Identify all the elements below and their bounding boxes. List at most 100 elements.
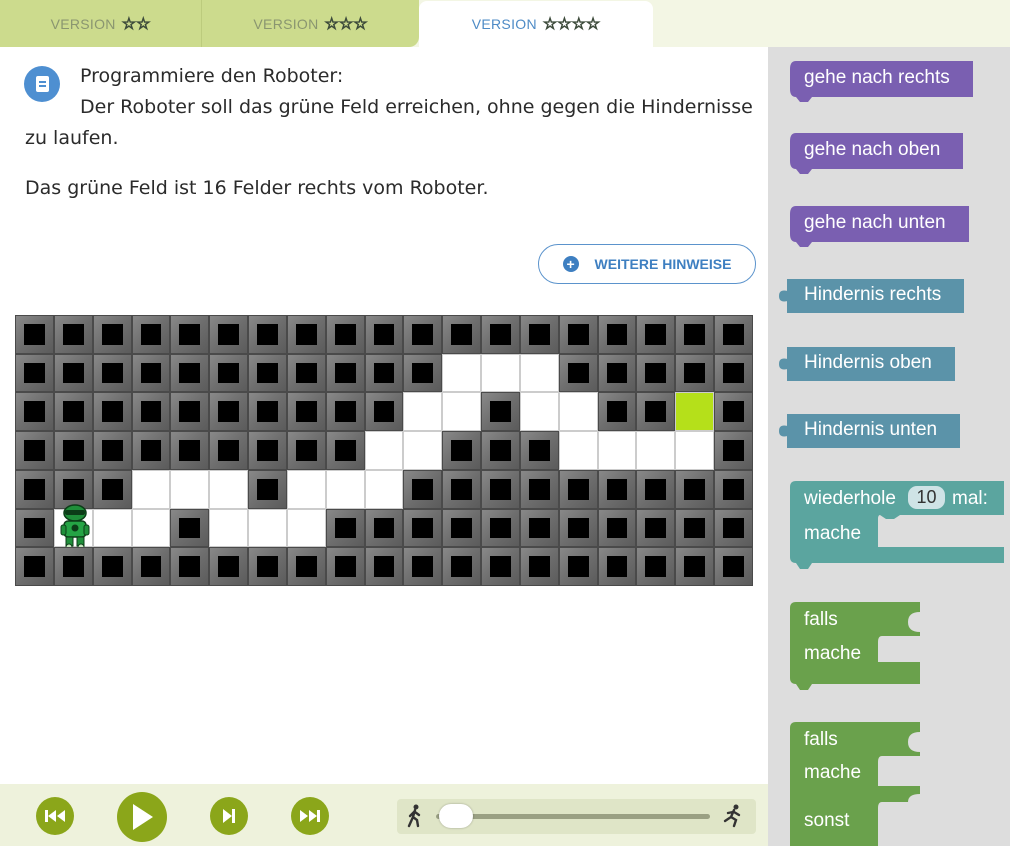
wall-cell	[481, 315, 520, 354]
wall-cell	[597, 469, 637, 509]
block-palette-canvas	[779, 61, 1004, 846]
wall-cell	[481, 547, 520, 586]
wall-cell	[403, 353, 443, 393]
wall-cell	[442, 547, 482, 586]
wall-cell	[558, 547, 598, 586]
tab-version-3-stars[interactable]: VERSION ☆☆☆	[201, 0, 419, 47]
if-else-block-else-label: sonst	[804, 810, 850, 831]
wall-cell	[92, 315, 132, 354]
wall-cell	[170, 315, 210, 354]
wall-cell	[325, 547, 365, 586]
wall-cell	[519, 431, 559, 470]
wall-cell	[209, 315, 249, 354]
free-cell	[403, 392, 443, 432]
wall-cell	[248, 315, 287, 354]
wall-cell	[53, 353, 93, 393]
step-button[interactable]	[210, 797, 248, 835]
wall-cell	[53, 431, 93, 470]
free-cell	[481, 353, 520, 393]
wall-cell	[325, 431, 365, 470]
wall-cell	[714, 353, 753, 393]
wall-cell	[636, 392, 676, 432]
wall-cell	[209, 353, 249, 393]
wall-cell	[442, 431, 482, 470]
wall-cell	[442, 508, 482, 548]
wall-cell	[519, 469, 559, 509]
wall-cell	[442, 315, 482, 354]
wall-cell	[170, 547, 210, 586]
tab-version-4-stars[interactable]: VERSION ☆☆☆☆	[419, 1, 653, 47]
wall-cell	[675, 508, 715, 548]
wall-cell	[519, 547, 559, 586]
free-cell	[286, 469, 326, 509]
wall-cell	[248, 353, 287, 393]
wall-cell	[209, 431, 249, 470]
maze-grid	[15, 315, 753, 586]
tab-version-2-stars[interactable]: VERSION ☆☆	[0, 0, 201, 47]
speed-slider-handle[interactable]	[439, 804, 473, 828]
wall-cell	[209, 547, 249, 586]
wall-cell	[15, 392, 54, 432]
wall-cell	[131, 315, 171, 354]
wall-cell	[403, 469, 443, 509]
step-icon	[223, 809, 235, 823]
wall-cell	[248, 392, 287, 432]
play-icon	[133, 804, 153, 830]
wall-cell	[597, 508, 637, 548]
wall-cell	[597, 353, 637, 393]
wall-cell	[92, 392, 132, 432]
free-cell	[519, 392, 559, 432]
play-button[interactable]	[117, 792, 167, 842]
wall-cell	[325, 392, 365, 432]
robot-icon	[60, 503, 90, 551]
if-block-do-label: mache	[804, 643, 862, 664]
free-cell	[558, 392, 598, 432]
skip-to-end-button[interactable]	[291, 797, 329, 835]
more-hints-button[interactable]: + WEITERE HINWEISE	[538, 244, 756, 284]
free-cell	[558, 431, 598, 470]
free-cell	[209, 469, 249, 509]
wall-cell	[714, 431, 753, 470]
star-rating-icon: ☆☆	[121, 15, 151, 33]
wall-cell	[675, 547, 715, 586]
wall-cell	[170, 353, 210, 393]
wall-cell	[364, 315, 404, 354]
wall-cell	[597, 547, 637, 586]
wall-cell	[131, 547, 171, 586]
free-cell	[442, 353, 482, 393]
wall-cell	[364, 547, 404, 586]
free-cell	[325, 469, 365, 509]
free-cell	[364, 469, 404, 509]
wall-cell	[558, 353, 598, 393]
more-hints-label: WEITERE HINWEISE	[594, 256, 732, 272]
wall-cell	[403, 508, 443, 548]
wall-cell	[15, 353, 54, 393]
star-rating-icon: ☆☆☆☆	[542, 16, 601, 34]
wall-cell	[248, 469, 287, 509]
skip-to-start-button[interactable]	[36, 797, 74, 835]
free-cell	[131, 469, 171, 509]
free-cell	[403, 431, 443, 470]
block-label: gehe nach oben	[804, 139, 941, 160]
wall-cell	[15, 431, 54, 470]
wall-cell	[403, 315, 443, 354]
free-cell	[519, 353, 559, 393]
wall-cell	[248, 547, 287, 586]
block-label: Hindernis unten	[804, 419, 938, 440]
task-hint: Das grüne Feld ist 16 Felder rechts vom …	[25, 177, 489, 199]
repeat-count-input[interactable]: 10	[908, 486, 945, 509]
if-block-label: falls	[804, 609, 838, 630]
wall-cell	[558, 469, 598, 509]
walking-person-icon	[407, 804, 421, 828]
wall-cell	[403, 547, 443, 586]
wall-cell	[364, 392, 404, 432]
block-label: Hindernis rechts	[804, 284, 942, 305]
free-cell	[442, 392, 482, 432]
task-description: Der Roboter soll das grüne Feld erreiche…	[80, 96, 753, 118]
block-label: gehe nach rechts	[804, 67, 950, 88]
speed-slider-track[interactable]	[436, 814, 710, 819]
block-label: Hindernis oben	[804, 352, 932, 373]
wall-cell	[131, 392, 171, 432]
tab-label: VERSION	[50, 15, 116, 32]
wall-cell	[519, 508, 559, 548]
